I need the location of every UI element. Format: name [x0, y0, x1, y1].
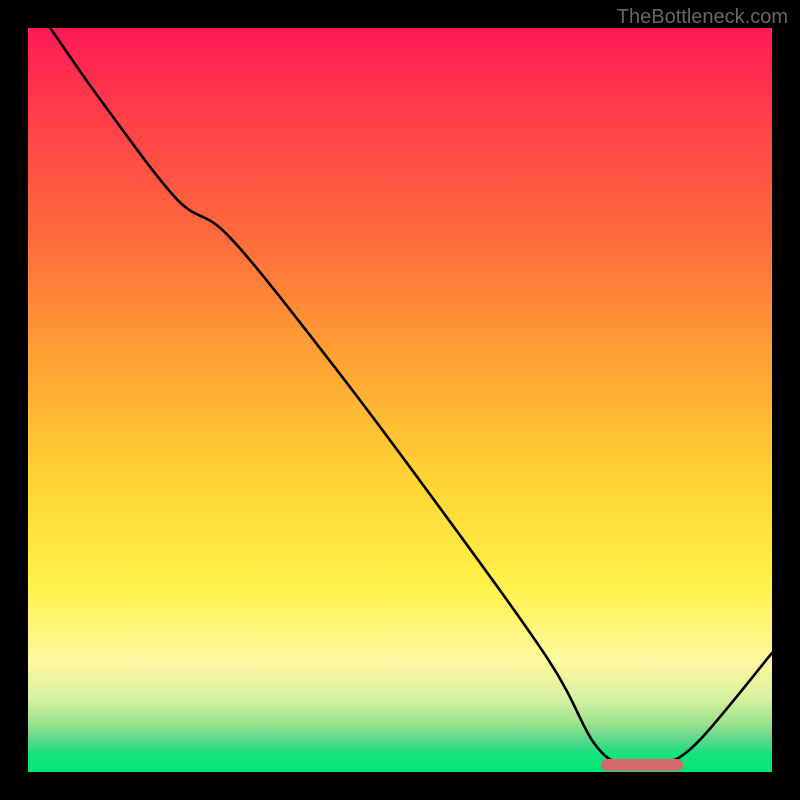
chart-root: TheBottleneck.com: [0, 0, 800, 800]
plot-area: [28, 28, 772, 772]
chart-curve: [28, 28, 772, 772]
watermark-text: TheBottleneck.com: [617, 6, 788, 29]
optimal-marker: [601, 759, 683, 771]
